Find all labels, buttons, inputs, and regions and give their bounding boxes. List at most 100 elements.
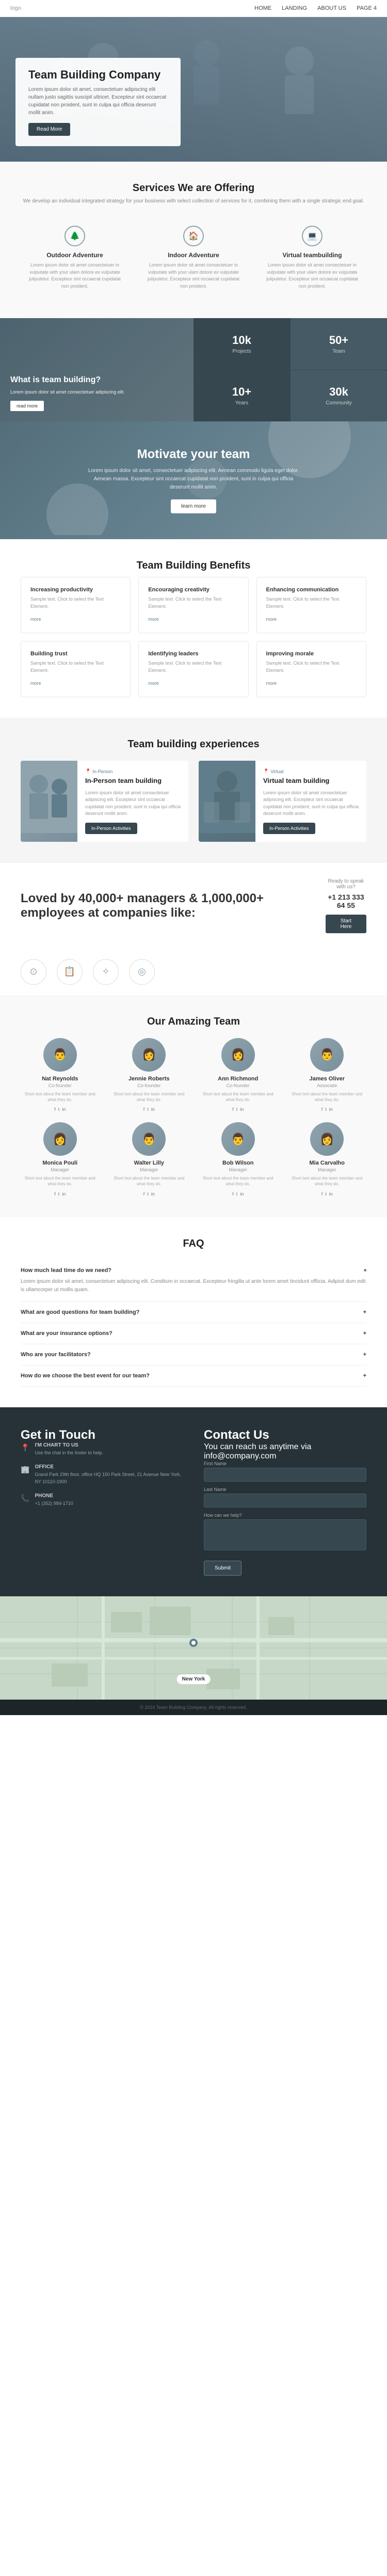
experience-card: 📍 In-Person In-Person team building Lore… [21, 761, 188, 842]
social-in-0[interactable]: in [62, 1107, 66, 1112]
faq-question-text-0: How much lead time do we need? [21, 1267, 111, 1274]
faq-question-0[interactable]: How much lead time do we need? + [21, 1267, 366, 1274]
social-icons-5: f t in [110, 1191, 189, 1197]
map-section: New York [0, 1596, 387, 1700]
nav-link[interactable]: HOME [254, 5, 271, 11]
benefit-more-link-1[interactable]: more [148, 617, 159, 622]
services-grid: 🌲 Outdoor Adventure Lorem ipsum dolor si… [21, 218, 366, 297]
faq-question-4[interactable]: How do we choose the best event for our … [21, 1373, 366, 1379]
form-textarea-2[interactable] [204, 1519, 366, 1550]
faq-question-text-4: How do we choose the best event for our … [21, 1373, 150, 1379]
form-input-1[interactable] [204, 1494, 366, 1507]
social-tw-0[interactable]: t [58, 1107, 60, 1112]
experience-content-1: 📍 Virtual Virtual team building Lorem ip… [255, 761, 366, 842]
hero-read-more-button[interactable]: Read More [28, 123, 70, 136]
social-in-7[interactable]: in [329, 1191, 333, 1197]
team-title: Our Amazing Team [21, 1016, 366, 1028]
contact-item-heading-0: I'M CHART TO US [35, 1442, 103, 1448]
team-card: 👨 Bob Wilson Manager Short text about th… [199, 1122, 278, 1196]
social-fb-6[interactable]: f [232, 1191, 234, 1197]
benefit-card: Enhancing communication Sample text. Cli… [256, 577, 366, 633]
experience-button-0[interactable]: In-Person Activities [85, 823, 137, 834]
social-tw-5[interactable]: t [147, 1191, 149, 1197]
benefit-more-link-5[interactable]: more [266, 681, 277, 686]
benefit-more-link-4[interactable]: more [148, 681, 159, 686]
what-is-button[interactable]: read more [10, 401, 44, 411]
motivate-button[interactable]: learn more [171, 499, 216, 513]
social-in-5[interactable]: in [151, 1191, 155, 1197]
social-in-4[interactable]: in [62, 1191, 66, 1197]
faq-toggle-0: + [361, 1267, 368, 1274]
social-icons-1: f t in [110, 1107, 189, 1112]
experience-button-1[interactable]: In-Person Activities [263, 823, 315, 834]
service-desc-0: Lorem ipsum dolor sit amet consectetuer … [28, 262, 121, 290]
social-tw-1[interactable]: t [147, 1107, 149, 1112]
social-fb-2[interactable]: f [232, 1107, 234, 1112]
stat-number-3: 30k [329, 385, 348, 399]
social-icons-2: f t in [199, 1107, 278, 1112]
social-in-6[interactable]: in [240, 1191, 244, 1197]
social-in-2[interactable]: in [240, 1107, 244, 1112]
nav-link[interactable]: ABOUT US [317, 5, 346, 11]
footer-text: © 2024 Team Building Company. All rights… [10, 1705, 377, 1710]
social-tw-2[interactable]: t [236, 1107, 238, 1112]
team-desc-4: Short text about the team member and wha… [21, 1175, 100, 1187]
stat-number-2: 10+ [232, 385, 251, 399]
team-card: 👩 Monica Pouli Manager Short text about … [21, 1122, 100, 1196]
benefit-card: Increasing productivity Sample text. Cli… [21, 577, 131, 633]
social-fb-0[interactable]: f [54, 1107, 56, 1112]
social-tw-7[interactable]: t [325, 1191, 327, 1197]
team-avatar-4: 👩 [43, 1122, 77, 1156]
service-desc-1: Lorem ipsum dolor sit amet consectetuer … [147, 262, 240, 290]
contact-icon-1: 🏢 [21, 1465, 29, 1474]
social-tw-4[interactable]: t [58, 1191, 60, 1197]
social-icons-3: f t in [288, 1107, 367, 1112]
form-input-0[interactable] [204, 1468, 366, 1482]
benefit-more-link-0[interactable]: more [30, 617, 41, 622]
social-fb-3[interactable]: f [321, 1107, 323, 1112]
what-is-stats: 10k Projects 50+ Team 10+ Years 30k Comm… [194, 318, 387, 421]
benefit-desc-2: Sample text. Click to select the Text El… [266, 596, 357, 610]
experiences-grid: 📍 In-Person In-Person team building Lore… [21, 761, 366, 842]
nav-link[interactable]: PAGE 4 [357, 5, 377, 11]
form-group-1: Last Name [204, 1487, 366, 1507]
contact-submit-button[interactable]: Submit [204, 1561, 241, 1576]
contact-item-content-0: I'M CHART TO US Use the chat in the foot… [35, 1442, 103, 1457]
social-fb-4[interactable]: f [54, 1191, 56, 1197]
contact-icon-2: 📞 [21, 1494, 29, 1503]
loved-phone: +1 213 333 64 55 [326, 893, 366, 909]
benefit-more-link-3[interactable]: more [30, 681, 41, 686]
team-section: Our Amazing Team 👨 Nat Reynolds Co-found… [0, 995, 387, 1217]
social-in-1[interactable]: in [151, 1107, 155, 1112]
team-card: 👨 James Oliver Associate Short text abou… [288, 1038, 367, 1112]
social-in-3[interactable]: in [329, 1107, 333, 1112]
faq-answer-0: Lorem ipsum dolor sit amet, consectetuer… [21, 1278, 366, 1294]
faq-question-1[interactable]: What are good questions for team buildin… [21, 1309, 366, 1315]
team-role-1: Co-founder [110, 1083, 189, 1088]
company-icon-2: ✧ [93, 959, 119, 985]
form-group-0: First Name [204, 1461, 366, 1482]
stat-box-2: 10+ Years [194, 370, 290, 422]
social-fb-7[interactable]: f [321, 1191, 323, 1197]
team-role-7: Manager [288, 1167, 367, 1172]
contact-item-2: 📞 PHONE +1 (352) 984-1710 [21, 1493, 183, 1507]
faq-question-2[interactable]: What are your insurance options? + [21, 1330, 366, 1337]
team-name-1: Jennie Roberts [110, 1076, 189, 1082]
social-tw-6[interactable]: t [236, 1191, 238, 1197]
service-desc-2: Lorem ipsum dolor sit amet consectetuer … [266, 262, 359, 290]
faq-item: How do we choose the best event for our … [21, 1365, 366, 1387]
motivate-description: Lorem ipsum dolor sit amet, consectetuer… [85, 467, 302, 492]
social-fb-5[interactable]: f [143, 1191, 145, 1197]
nav-link[interactable]: LANDING [282, 5, 307, 11]
loved-start-button[interactable]: Start Here [326, 915, 366, 933]
social-tw-3[interactable]: t [325, 1107, 327, 1112]
benefits-title: Team Building Benefits [21, 560, 366, 572]
benefit-more-link-2[interactable]: more [266, 617, 277, 622]
faq-question-3[interactable]: Who are your facilitators? + [21, 1352, 366, 1358]
experience-content-0: 📍 In-Person In-Person team building Lore… [77, 761, 188, 842]
benefit-title-3: Building trust [30, 651, 121, 657]
faq-list: How much lead time do we need? + Lorem i… [21, 1260, 366, 1387]
experience-location-0: 📍 In-Person [85, 768, 181, 774]
team-avatar-7: 👩 [310, 1122, 344, 1156]
social-fb-1[interactable]: f [143, 1107, 145, 1112]
